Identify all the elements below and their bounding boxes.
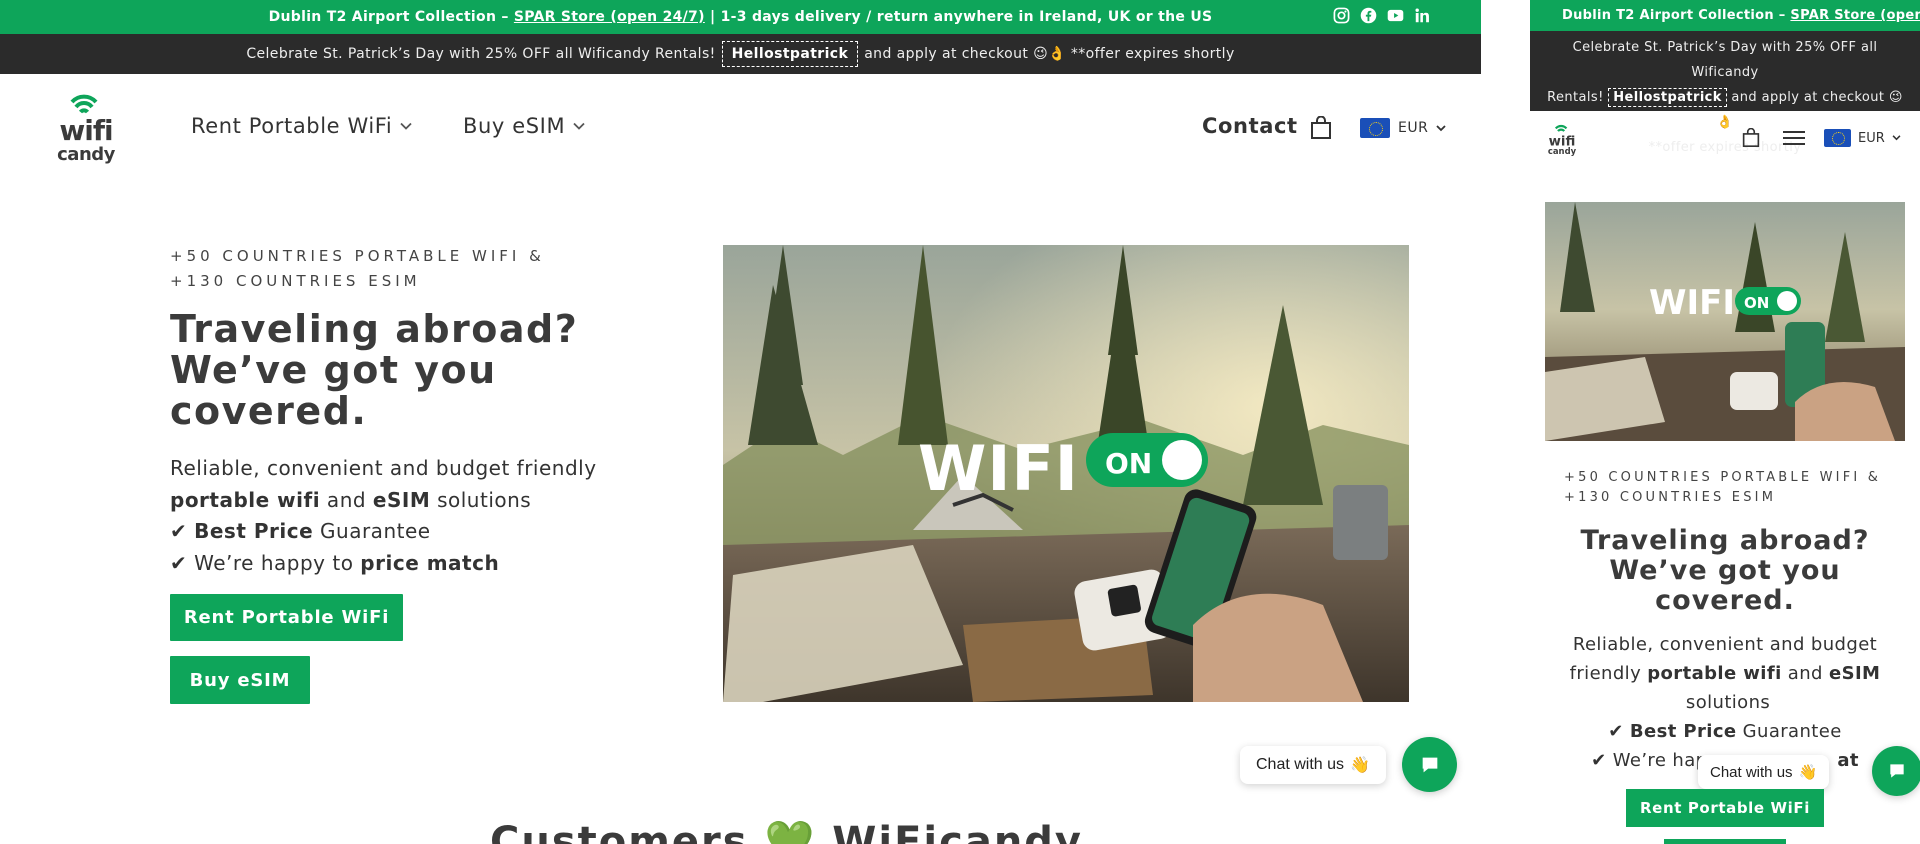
announcement-bar: Dublin T2 Airport Collection – SPAR Stor…	[0, 0, 1481, 34]
hero-line-1: Reliable, convenient and budget friendly	[170, 456, 597, 480]
mobile-currency-code: EUR	[1858, 130, 1885, 146]
hero-description: Reliable, convenient and budget friendly…	[170, 453, 650, 579]
mobile-logo-candy-text: candy	[1548, 146, 1577, 156]
rent-portable-wifi-button[interactable]: Rent Portable WiFi	[170, 594, 403, 641]
currency-selector[interactable]: EUR	[1360, 118, 1446, 138]
desktop-view: Dublin T2 Airport Collection – SPAR Stor…	[0, 0, 1481, 844]
wificandy-logo[interactable]: wifi candy	[46, 92, 126, 165]
chevron-down-icon	[1892, 135, 1901, 141]
mobile-chat-button[interactable]	[1872, 746, 1920, 796]
wave-icon: 👋	[1350, 757, 1370, 774]
eu-flag-icon	[1360, 118, 1390, 138]
instagram-icon[interactable]	[1333, 7, 1350, 24]
mobile-image-on-text: ON	[1744, 294, 1769, 312]
hero-title: Traveling abroad? We’ve got you covered.	[170, 307, 579, 433]
mobile-cart-bag-icon[interactable]	[1742, 128, 1760, 148]
chat-button[interactable]	[1402, 737, 1457, 792]
announcement-prefix: Dublin T2 Airport Collection –	[268, 9, 514, 25]
cart-bag-icon[interactable]	[1310, 116, 1332, 140]
eu-flag-icon	[1824, 129, 1851, 147]
currency-code: EUR	[1398, 120, 1429, 136]
section-title-customers: Customers 💚 WiFicandy	[490, 818, 1083, 844]
mobile-wificandy-logo[interactable]: wifi candy	[1544, 124, 1580, 156]
mobile-hero-image: WIFI ON	[1545, 202, 1905, 441]
mobile-currency-selector[interactable]: EUR	[1824, 129, 1901, 147]
mobile-chat-label: Chat with us	[1710, 763, 1793, 781]
mobile-chat-with-us-bubble[interactable]: Chat with us 👋	[1698, 755, 1830, 789]
youtube-icon[interactable]	[1387, 7, 1404, 24]
image-wifi-text: WIFI	[918, 432, 1079, 505]
promo-text-after: and apply at checkout 😉👌 **offer expires…	[864, 46, 1235, 62]
check-icon: ✔	[170, 519, 195, 543]
promo-text: Celebrate St. Patrick’s Day with 25% OFF…	[246, 46, 716, 62]
check-icon: ✔	[170, 550, 195, 575]
nav-rent-portable-wifi[interactable]: Rent Portable WiFi	[191, 114, 413, 138]
image-on-text: ON	[1105, 447, 1152, 480]
mobile-image-wifi-text: WIFI	[1649, 283, 1735, 323]
hero-image: WIFI ON	[723, 245, 1409, 702]
hero-eyebrow: +50 COUNTRIES PORTABLE WIFI & +130 COUNT…	[170, 247, 545, 290]
promo-bar: Celebrate St. Patrick’s Day with 25% OFF…	[0, 34, 1481, 74]
social-links	[1333, 7, 1431, 24]
nav-buy-esim[interactable]: Buy eSIM	[463, 114, 585, 138]
nav-contact[interactable]: Contact	[1202, 114, 1298, 138]
mobile-spar-store-link[interactable]: SPAR Store (open	[1790, 8, 1920, 23]
mobile-promo-code[interactable]: Hellostpatrick	[1608, 88, 1727, 107]
facebook-icon[interactable]	[1360, 7, 1377, 24]
mobile-promo-line-2: Rentals! Hellostpatrick and apply at che…	[1547, 88, 1903, 130]
mobile-hero-eyebrow: +50 COUNTRIES PORTABLE WIFI & +130 COUNT…	[1564, 470, 1882, 505]
chat-icon	[1422, 757, 1437, 772]
mobile-promo-line-1: Celebrate St. Patrick’s Day with 25% OFF…	[1572, 40, 1878, 80]
promo-code[interactable]: Hellostpatrick	[721, 41, 859, 67]
green-heart-icon: 💚	[764, 819, 817, 844]
chat-with-us-bubble[interactable]: Chat with us 👋	[1240, 746, 1386, 784]
chat-icon	[1890, 764, 1904, 778]
nav-rent-label: Rent Portable WiFi	[191, 114, 393, 138]
mobile-view: Dublin T2 Airport Collection – SPAR Stor…	[1530, 0, 1920, 844]
linkedin-icon[interactable]	[1414, 7, 1431, 24]
mobile-buy-esim-button[interactable]	[1664, 839, 1786, 844]
buy-esim-button[interactable]: Buy eSIM	[170, 656, 310, 704]
mobile-hero-title: Traveling abroad? We’ve got you covered.	[1580, 525, 1870, 616]
chevron-down-icon	[1436, 124, 1446, 131]
mobile-promo-bar: Celebrate St. Patrick’s Day with 25% OFF…	[1530, 31, 1920, 155]
check-icon: ✔	[1608, 721, 1630, 742]
spar-store-link[interactable]: SPAR Store (open 24/7)	[514, 9, 705, 25]
hero-line-best-price: ✔ Best Price Guarantee	[170, 519, 431, 543]
logo-wifi-text: wifi	[59, 114, 112, 147]
nav-esim-label: Buy eSIM	[463, 114, 566, 138]
chat-label: Chat with us	[1256, 756, 1345, 773]
mobile-rent-portable-wifi-button[interactable]: Rent Portable WiFi	[1626, 789, 1824, 827]
logo-candy-text: candy	[57, 144, 116, 164]
hamburger-menu-icon[interactable]	[1783, 130, 1805, 146]
chevron-down-icon	[573, 122, 585, 130]
wave-icon: 👋	[1798, 764, 1818, 781]
announcement-suffix: | 1-3 days delivery / return anywhere in…	[704, 9, 1213, 25]
mobile-announcement-prefix: Dublin T2 Airport Collection –	[1562, 8, 1791, 23]
hero-line-price-match: ✔ We’re happy to price match	[170, 550, 500, 575]
chevron-down-icon	[400, 122, 413, 130]
hero-line-2: portable wifi and eSIM solutions	[170, 487, 532, 512]
mobile-hero-description: Reliable, convenient and budget friendly…	[1569, 634, 1884, 771]
mobile-announcement-bar: Dublin T2 Airport Collection – SPAR Stor…	[1530, 0, 1920, 31]
